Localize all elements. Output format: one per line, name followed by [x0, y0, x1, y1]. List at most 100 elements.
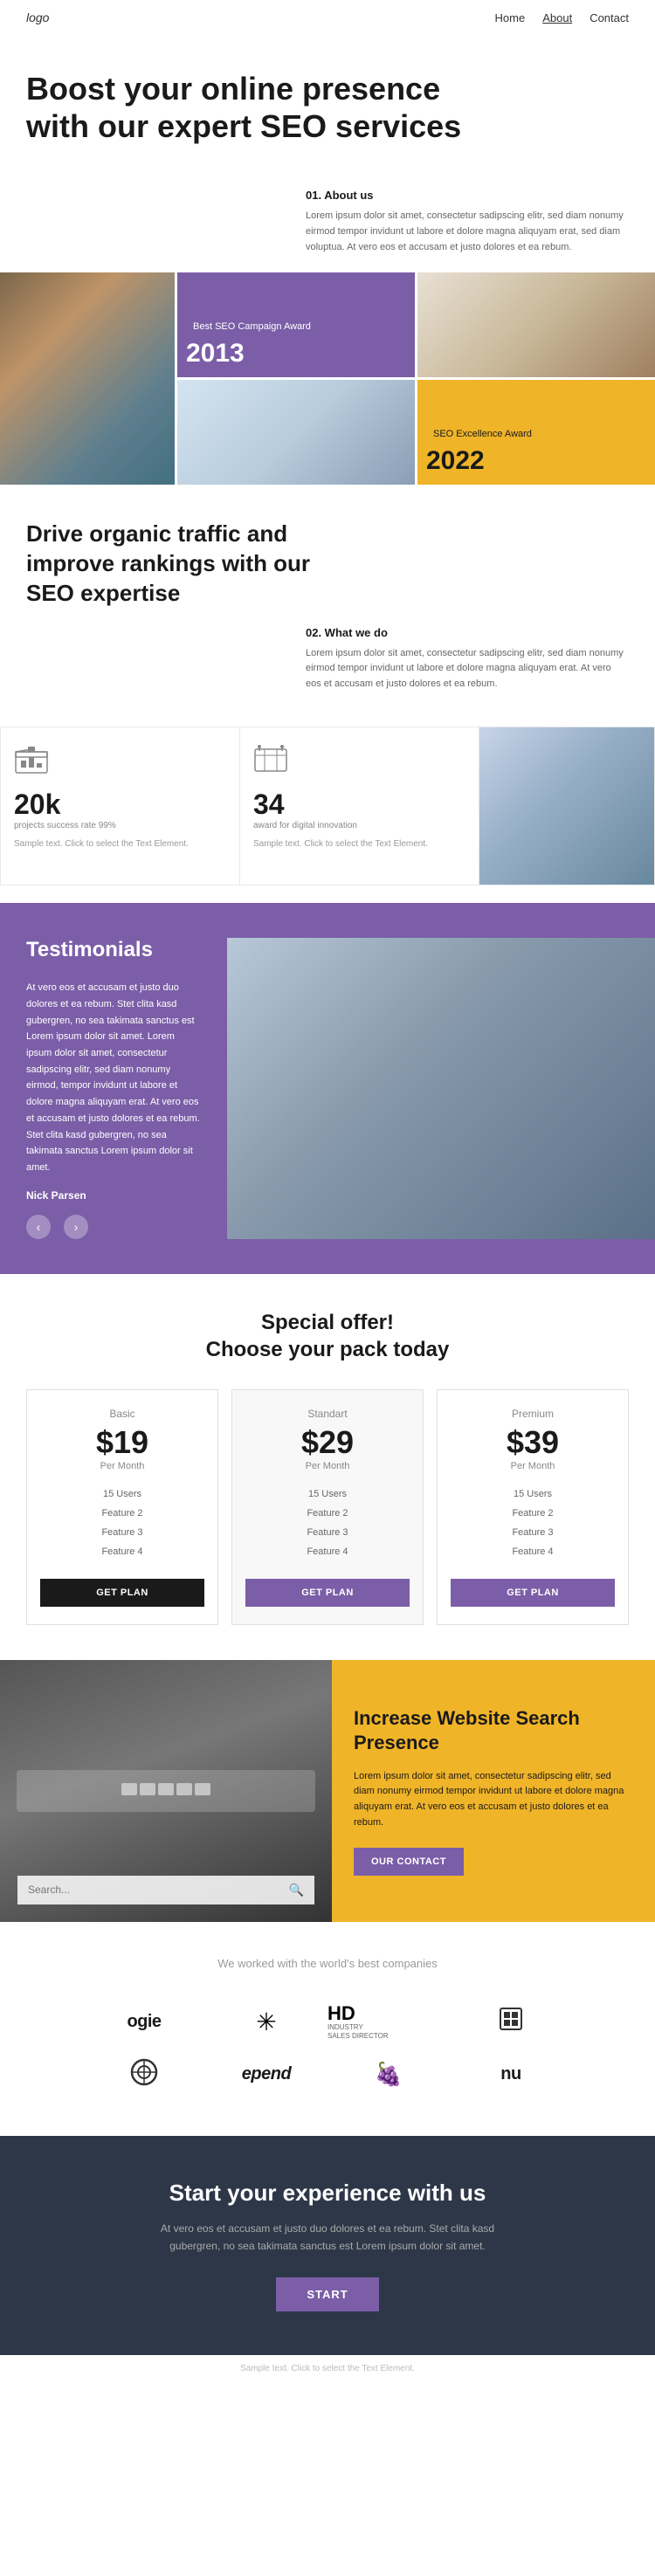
photo-tablet — [177, 380, 415, 485]
partners-logos: ogie ✳ HD INDUSTRYSALES DIRECTOR — [26, 1996, 629, 2101]
plan-premium-price: $39 — [451, 1424, 615, 1461]
cta-button[interactable]: START — [276, 2277, 378, 2311]
plan-standard-f1: 15 Users — [245, 1484, 410, 1504]
award-2013-overlay: Best SEO Campaign Award 2013 — [177, 309, 415, 377]
cta-section: Start your experience with us At vero eo… — [0, 2136, 655, 2355]
partner-hd-sub: INDUSTRYSALES DIRECTOR — [328, 2023, 389, 2040]
search-icon: 🔍 — [289, 1883, 304, 1898]
award-2013-cell: Best SEO Campaign Award 2013 — [177, 272, 415, 377]
award-2022-cell: SEO Excellence Award 2022 — [417, 380, 655, 485]
stats-row: 20k projects success rate 99% Sample tex… — [0, 727, 655, 885]
search-input[interactable] — [28, 1884, 282, 1896]
drive-section: Drive organic traffic and improve rankin… — [0, 485, 655, 709]
plan-standard-f2: Feature 2 — [245, 1504, 410, 1523]
pricing-section: Special offer!Choose your pack today Bas… — [0, 1274, 655, 1660]
search-bar[interactable]: 🔍 — [17, 1876, 314, 1904]
hero-section: Boost your online presence with our expe… — [0, 35, 655, 171]
stat-desc-2: Sample text. Click to select the Text El… — [253, 837, 465, 851]
plan-premium-f3: Feature 3 — [451, 1523, 615, 1542]
plan-standard: Standart $29 Per Month 15 Users Feature … — [231, 1389, 424, 1625]
navbar: logo Home About Contact — [0, 0, 655, 35]
plan-basic-name: Basic — [40, 1408, 204, 1420]
plan-basic-f2: Feature 2 — [40, 1504, 204, 1523]
plan-basic-f4: Feature 4 — [40, 1542, 204, 1561]
search-bar-container: 🔍 — [17, 1876, 314, 1904]
partner-ogie-name: ogie — [127, 2012, 161, 2032]
plan-standard-price: $29 — [245, 1424, 410, 1461]
partner-grape-sym: 🍇 — [375, 2061, 403, 2088]
stat-label-1: projects success rate 99% — [14, 821, 226, 830]
image-grid: Best SEO Campaign Award 2013 SEO Excelle… — [0, 272, 655, 485]
plan-standard-period: Per Month — [245, 1461, 410, 1471]
plan-standard-btn[interactable]: GET PLAN — [245, 1579, 410, 1607]
partner-grape: 🍇 — [328, 2049, 450, 2101]
award-2022-label: SEO Excellence Award — [426, 425, 539, 443]
partner-circle-sym — [128, 2056, 160, 2092]
plan-standard-name: Standart — [245, 1408, 410, 1420]
search-presence-section: 🔍 Increase Website Search Presence Lorem… — [0, 1660, 655, 1922]
plan-standard-features: 15 Users Feature 2 Feature 3 Feature 4 — [245, 1484, 410, 1561]
testimonials-photo — [227, 938, 655, 1238]
partner-circle — [83, 2049, 205, 2101]
stat-box-2: 34 award for digital innovation Sample t… — [240, 727, 479, 885]
what-we-do-row: 02. What we do Lorem ipsum dolor sit ame… — [26, 626, 629, 692]
testimonials-section: Testimonials At vero eos et accusam et j… — [0, 903, 655, 1273]
cta-text: At vero eos et accusam et justo duo dolo… — [153, 2220, 502, 2256]
drive-title: Drive organic traffic and improve rankin… — [26, 520, 358, 608]
sp-photo: 🔍 — [0, 1660, 332, 1922]
footer-note: Sample text. Click to select the Text El… — [0, 2355, 655, 2382]
sp-content: Increase Website Search Presence Lorem i… — [332, 1660, 655, 1922]
stat-num-1: 20k — [14, 789, 226, 821]
what-we-do-label: 02. What we do — [306, 626, 629, 639]
nav-home[interactable]: Home — [495, 11, 526, 24]
stat-photo — [479, 727, 654, 885]
logo: logo — [26, 10, 49, 24]
stat-label-2: award for digital innovation — [253, 821, 465, 830]
testimonial-prev-btn[interactable]: ‹ — [26, 1215, 51, 1239]
award-2022-year: 2022 — [426, 446, 646, 476]
plan-premium-features: 15 Users Feature 2 Feature 3 Feature 4 — [451, 1484, 615, 1561]
nav-contact[interactable]: Contact — [590, 11, 629, 24]
plan-premium-name: Premium — [451, 1408, 615, 1420]
sp-text: Lorem ipsum dolor sit amet, consectetur … — [354, 1769, 633, 1830]
partners-section: We worked with the world's best companie… — [0, 1922, 655, 2136]
plan-premium-btn[interactable]: GET PLAN — [451, 1579, 615, 1607]
partner-icon1: ✳ — [205, 1996, 328, 2049]
photo-woman-stand — [417, 272, 655, 377]
nav-about[interactable]: About — [542, 11, 572, 24]
partner-icon1-sym: ✳ — [256, 2008, 276, 2036]
testimonials-title: Testimonials — [26, 938, 201, 962]
stat-num-2: 34 — [253, 789, 465, 821]
what-we-do-text: 02. What we do Lorem ipsum dolor sit ame… — [306, 626, 629, 692]
partner-ogie: ogie — [83, 1996, 205, 2049]
hero-title: Boost your online presence with our expe… — [26, 70, 463, 145]
footer-note-text: Sample text. Click to select the Text El… — [26, 2364, 629, 2373]
testimonial-nav: ‹ › — [26, 1215, 201, 1239]
pricing-title: Special offer!Choose your pack today — [26, 1309, 629, 1363]
sp-title: Increase Website Search Presence — [354, 1706, 633, 1756]
our-contact-button[interactable]: OUR CONTACT — [354, 1848, 464, 1876]
plan-premium-f2: Feature 2 — [451, 1504, 615, 1523]
plan-premium-period: Per Month — [451, 1461, 615, 1471]
about-row: 01. About us Lorem ipsum dolor sit amet,… — [0, 171, 655, 255]
testimonial-text: At vero eos et accusam et justo duo dolo… — [26, 980, 201, 1175]
partner-icon2 — [450, 1996, 572, 2049]
plan-premium: Premium $39 Per Month 15 Users Feature 2… — [437, 1389, 629, 1625]
partner-epend: epend — [205, 2049, 328, 2101]
about-text-block: 01. About us Lorem ipsum dolor sit amet,… — [288, 189, 629, 255]
testimonial-author: Nick Parsen — [26, 1189, 201, 1202]
stat-box-1: 20k projects success rate 99% Sample tex… — [1, 727, 240, 885]
partners-intro: We worked with the world's best companie… — [26, 1957, 629, 1970]
partner-hd: HD INDUSTRYSALES DIRECTOR — [328, 1996, 450, 2049]
what-we-do-spacer — [26, 626, 288, 692]
plan-basic-price: $19 — [40, 1424, 204, 1461]
testimonial-next-btn[interactable]: › — [64, 1215, 88, 1239]
stat-icon-1 — [14, 745, 226, 782]
partner-epend-name: epend — [242, 2064, 291, 2084]
stat-icon-2 — [253, 745, 465, 782]
pricing-grid: Basic $19 Per Month 15 Users Feature 2 F… — [26, 1389, 629, 1625]
award-2013-year: 2013 — [186, 339, 406, 368]
cta-title: Start your experience with us — [26, 2180, 629, 2207]
plan-standard-f4: Feature 4 — [245, 1542, 410, 1561]
plan-basic-btn[interactable]: GET PLAN — [40, 1579, 204, 1607]
